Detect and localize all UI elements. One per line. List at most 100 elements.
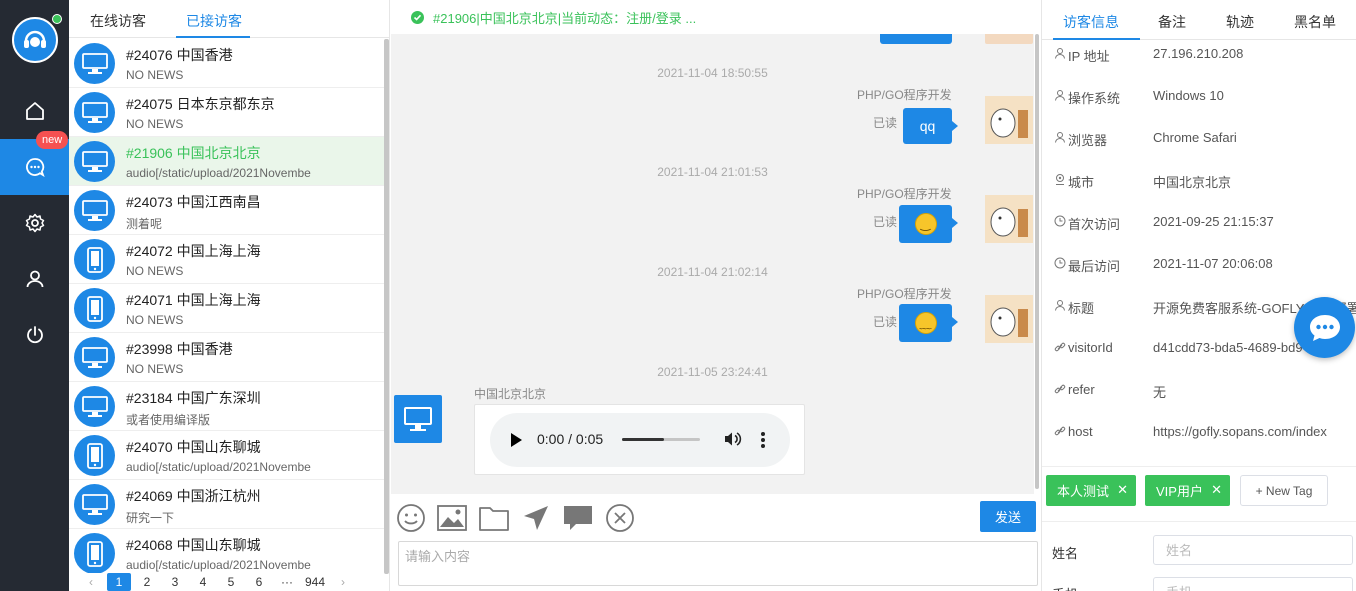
quick-reply-button[interactable] — [562, 502, 594, 534]
desktop-icon — [74, 43, 115, 84]
close-chat-button[interactable] — [604, 502, 636, 534]
pager-page[interactable]: 944 — [303, 573, 327, 591]
info-row: host https://gofly.sopans.com/index — [1042, 422, 1356, 442]
tab-trail[interactable]: 轨迹 — [1226, 12, 1254, 32]
pager-prev[interactable]: ‹ — [79, 573, 103, 591]
app-logo — [12, 17, 58, 63]
new-tag-button[interactable]: + New Tag — [1240, 475, 1328, 506]
desktop-icon — [74, 484, 115, 525]
visitor-list-item[interactable]: #24075 日本东京都东京 NO NEWS — [69, 88, 385, 137]
audio-progress-bar[interactable] — [622, 438, 700, 441]
info-tab-indicator — [1053, 38, 1140, 40]
mobile-icon — [74, 435, 115, 476]
pager-page[interactable]: 4 — [191, 573, 215, 591]
image-upload-button[interactable] — [436, 502, 468, 534]
name-label: 姓名 — [1052, 546, 1079, 561]
file-upload-button[interactable] — [478, 502, 510, 534]
phone-field[interactable] — [1153, 577, 1353, 591]
pager-page[interactable]: 2 — [135, 573, 159, 591]
tag-vip[interactable]: VIP用户 ✕ — [1145, 475, 1230, 506]
visitor-list-item[interactable]: #24069 中国浙江杭州 研究一下 — [69, 480, 385, 529]
info-key: 标题 — [1068, 301, 1095, 316]
tab-notes[interactable]: 备注 — [1158, 12, 1186, 32]
pager-page[interactable]: 5 — [219, 573, 243, 591]
pager-next[interactable]: › — [331, 573, 355, 591]
visitor-last-message: NO NEWS — [126, 68, 184, 82]
info-key: 首次访问 — [1068, 217, 1121, 232]
visitor-list-item[interactable]: #21906 中国北京北京 audio[/static/upload/2021No… — [69, 137, 385, 186]
visitor-list-item[interactable]: #24073 中国江西南昌 测着呢 — [69, 186, 385, 235]
message-input[interactable] — [398, 541, 1038, 586]
visitor-list-item[interactable]: #24068 中国山东聊城 audio[/static/upload/2021No… — [69, 529, 385, 573]
visitor-list-item[interactable]: #24071 中国上海上海 NO NEWS — [69, 284, 385, 333]
send-location-button[interactable] — [520, 502, 552, 534]
agent-avatar — [985, 96, 1033, 144]
agent-avatar-image — [985, 195, 1033, 243]
name-field[interactable] — [1153, 535, 1353, 565]
agent-avatar — [985, 295, 1033, 343]
close-icon[interactable]: ✕ — [1211, 482, 1222, 498]
info-key: IP 地址 — [1068, 49, 1110, 64]
tab-visitor-info[interactable]: 访客信息 — [1063, 12, 1119, 32]
info-row: 最后访问 2021-11-07 20:06:08 — [1042, 254, 1356, 274]
power-icon — [26, 326, 43, 344]
close-icon[interactable]: ✕ — [1117, 482, 1128, 498]
chat-panel: #21906|中国北京北京|当前动态：注册/登录 ... 2021-11-04 … — [391, 0, 1041, 591]
link-icon — [1054, 383, 1066, 395]
info-key: 操作系统 — [1068, 91, 1121, 106]
info-tabs: 访客信息 备注 轨迹 黑名单 — [1042, 0, 1356, 40]
message-text: qq — [919, 118, 936, 134]
visitor-name: #24076 中国香港 — [126, 47, 233, 63]
play-icon[interactable] — [511, 433, 522, 447]
emoji-button[interactable] — [395, 502, 427, 534]
more-options-icon[interactable] — [761, 432, 765, 450]
nav-profile[interactable] — [0, 251, 69, 307]
info-value: 27.196.210.208 — [1153, 46, 1244, 61]
info-value: https://gofly.sopans.com/index — [1153, 424, 1327, 439]
tab-received-visitors[interactable]: 已接访客 — [186, 11, 242, 31]
message-bubble[interactable]: ‿ — [899, 205, 958, 243]
nav-logout[interactable] — [0, 307, 69, 363]
info-key: visitorId — [1068, 340, 1113, 355]
pager-page[interactable]: 1 — [107, 573, 131, 591]
visitor-list-item[interactable]: #23998 中国香港 NO NEWS — [69, 333, 385, 382]
smirk-emoji-icon: ﹏ — [914, 312, 937, 334]
message-bubble[interactable]: ﹏ — [899, 304, 958, 342]
info-value: 2021-11-07 20:06:08 — [1153, 256, 1273, 271]
info-value: Chrome Safari — [1153, 130, 1237, 145]
chat-scrollbar[interactable] — [1035, 34, 1039, 489]
visitor-list-scrollbar[interactable] — [384, 39, 389, 574]
visitor-list-item[interactable]: #23184 中国广东深圳 或者使用编译版 — [69, 382, 385, 431]
info-value: d41cdd73-bda5-4689-bd9 — [1153, 340, 1303, 355]
read-status: 已读 — [873, 215, 898, 229]
pager-page[interactable]: ··· — [275, 573, 299, 591]
visitor-name: #24073 中国江西南昌 — [126, 194, 261, 210]
tag-label: 本人测试 — [1057, 484, 1110, 499]
location-icon — [1054, 173, 1066, 185]
read-status: 已读 — [873, 116, 898, 130]
message-timestamp: 2021-11-04 21:01:53 — [657, 165, 768, 179]
send-button[interactable]: 发送 — [980, 501, 1036, 532]
visitor-list: #24076 中国香港 NO NEWS #24075 日本东京都东京 NO NEWS #… — [69, 39, 385, 573]
pagination: ‹ 1 2 3 4 5 6 ··· 944 › — [69, 573, 390, 591]
send-plane-icon — [524, 506, 548, 530]
tab-blacklist[interactable]: 黑名单 — [1294, 12, 1336, 32]
chat-status-text: #21906|中国北京北京|当前动态：注册/登录 ... — [433, 10, 697, 26]
message-bubble[interactable]: qq — [903, 108, 958, 144]
nav-settings[interactable] — [0, 195, 69, 251]
tag-self-test[interactable]: 本人测试 ✕ — [1046, 475, 1136, 506]
visitor-tabs: 在线访客 已接访客 — [69, 0, 389, 38]
tab-online-visitors[interactable]: 在线访客 — [90, 11, 146, 31]
visitor-list-item[interactable]: #24070 中国山东聊城 audio[/static/upload/2021No… — [69, 431, 385, 480]
volume-icon[interactable] — [724, 431, 742, 447]
visitor-list-item[interactable]: #24072 中国上海上海 NO NEWS — [69, 235, 385, 284]
phone-label: 手机 — [1052, 584, 1078, 591]
audio-player[interactable]: 0:00 / 0:05 — [490, 413, 790, 467]
chat-toolbar — [391, 496, 1041, 540]
pager-page[interactable]: 6 — [247, 573, 271, 591]
visitor-list-item[interactable]: #24076 中国香港 NO NEWS — [69, 39, 385, 88]
visitor-last-message: NO NEWS — [126, 362, 184, 376]
floating-chat-button[interactable] — [1294, 297, 1355, 358]
image-icon — [437, 505, 467, 531]
pager-page[interactable]: 3 — [163, 573, 187, 591]
